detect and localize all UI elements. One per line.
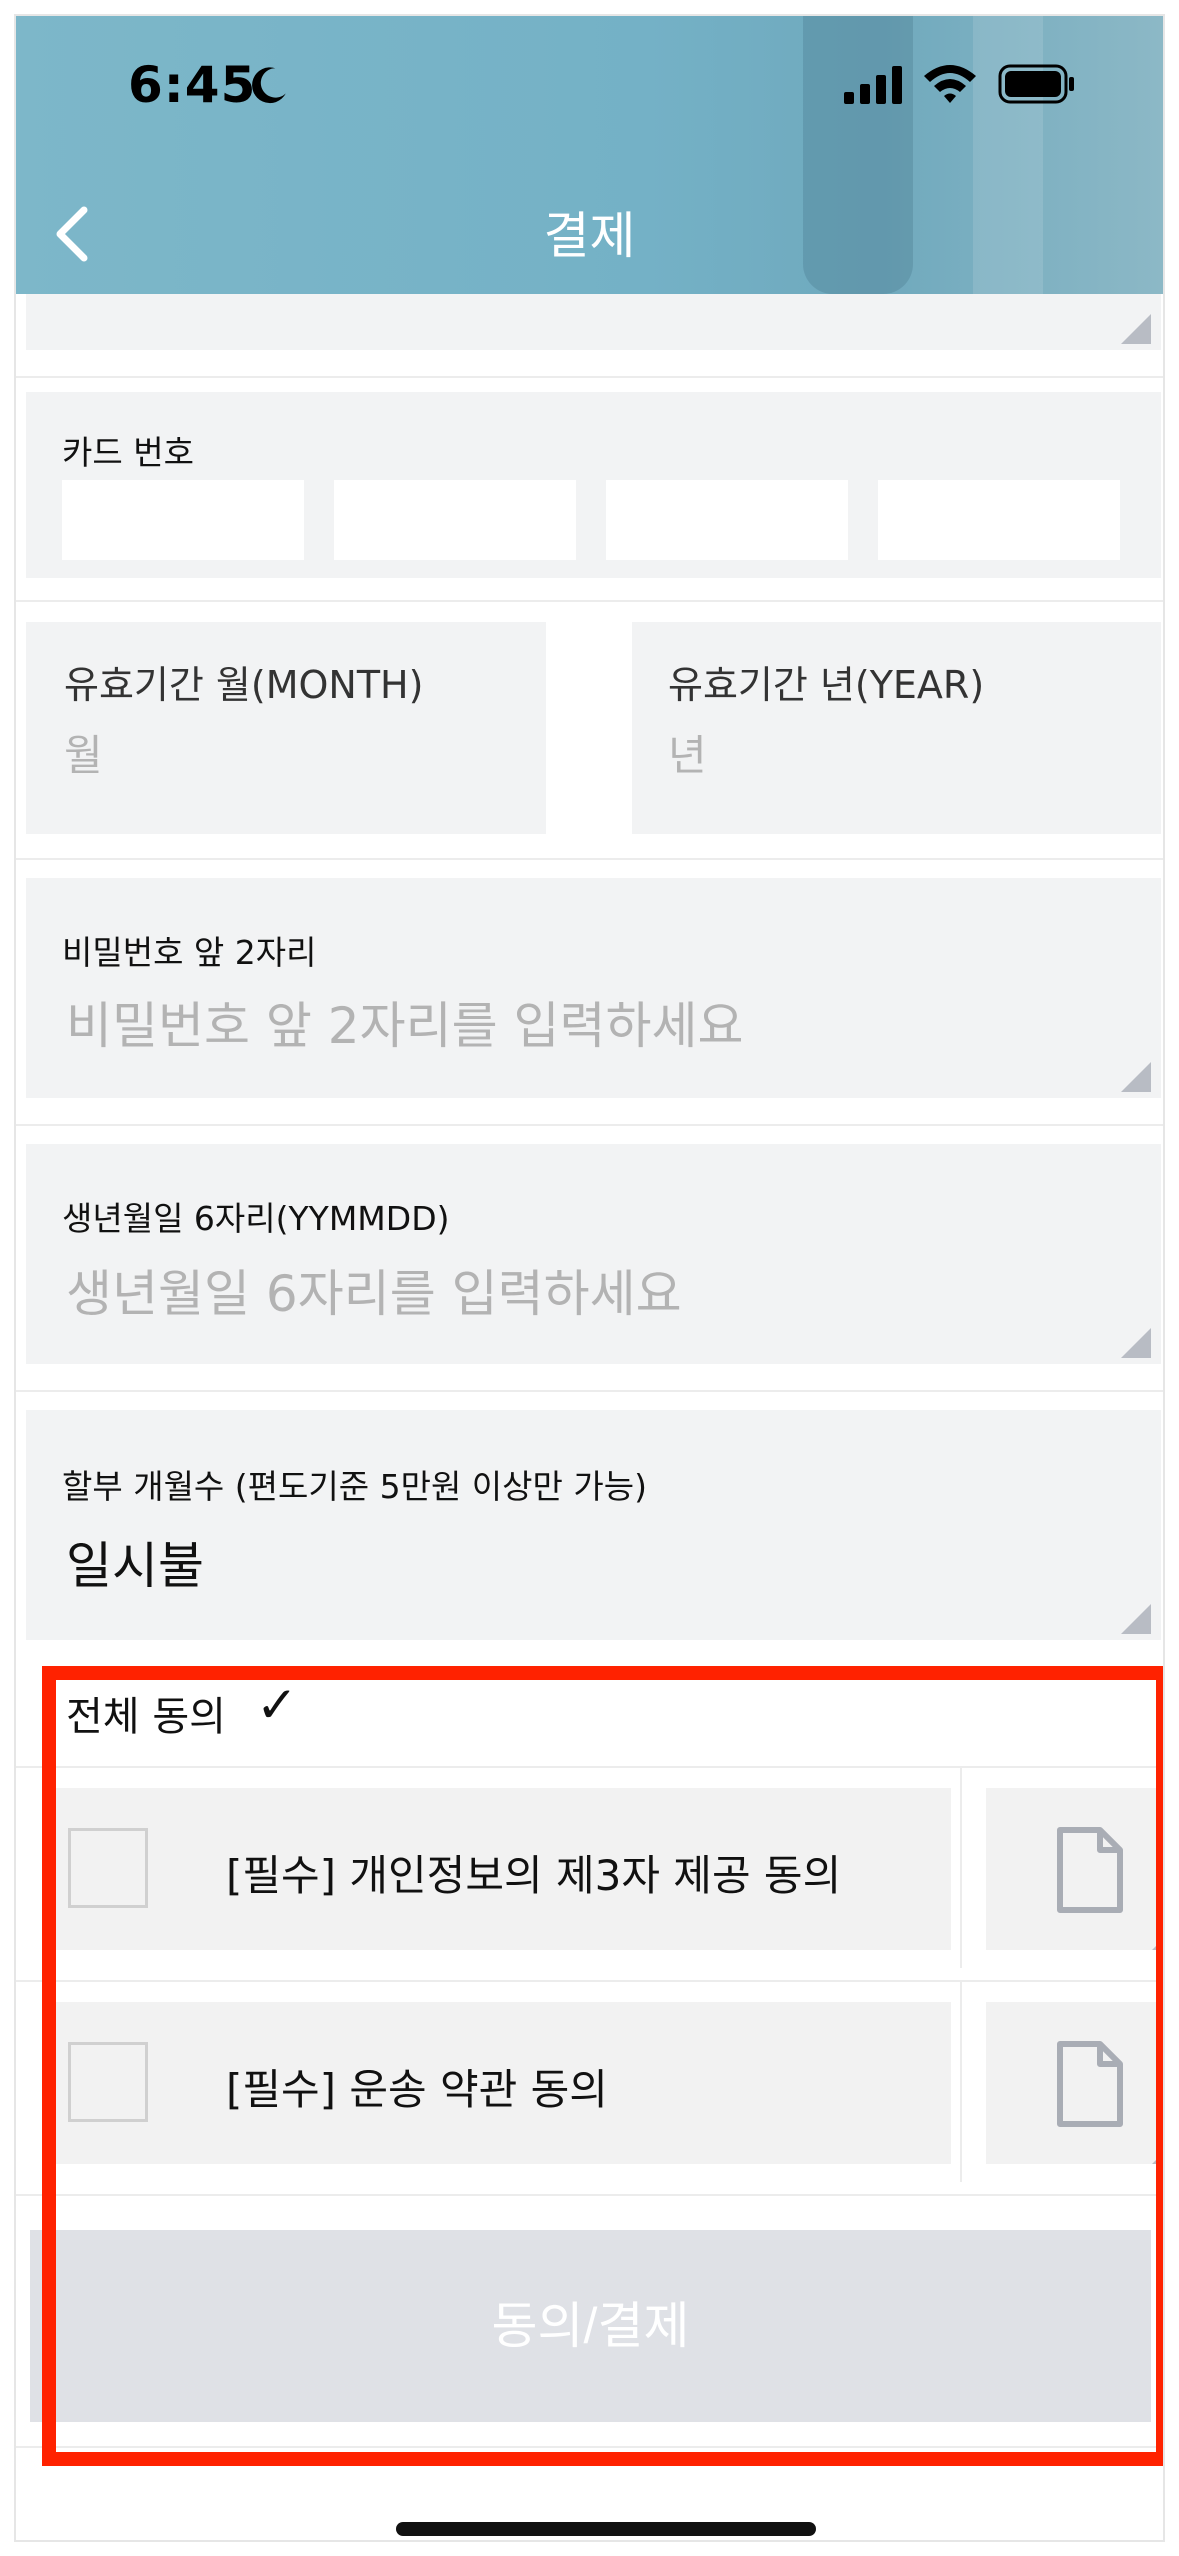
- header-bar: 6:45 결제: [16, 16, 1163, 294]
- password-placeholder: 비밀번호 앞 2자리를 입력하세요: [66, 997, 744, 1055]
- card-number-label: 카드 번호: [62, 433, 194, 472]
- expiry-year-placeholder: 년: [668, 731, 707, 780]
- card-number-field-1[interactable]: [62, 480, 304, 560]
- wifi-icon: [924, 65, 976, 103]
- resize-corner-icon: [1121, 1604, 1151, 1634]
- page-title: 결제: [543, 207, 636, 265]
- card-company-select[interactable]: [26, 286, 1161, 350]
- signal-icon: [844, 66, 902, 104]
- moon-icon: [252, 67, 286, 104]
- resize-corner-icon: [1121, 1328, 1151, 1358]
- expiry-month-label: 유효기간 월(MONTH): [64, 663, 424, 707]
- status-time: 6:45: [128, 56, 257, 114]
- battery-icon: [998, 64, 1074, 104]
- installment-label: 할부 개월수 (편도기준 5만원 이상만 가능): [62, 1467, 647, 1506]
- card-number-field-2[interactable]: [334, 480, 576, 560]
- birthdate-label: 생년월일 6자리(YYMMDD): [62, 1199, 450, 1238]
- installment-select[interactable]: [26, 1410, 1161, 1640]
- payment-screen: 6:45 결제 카드 번호 유효기간 월(MONTH) 월 유효기간 년(YEA…: [14, 14, 1165, 2542]
- card-number-field-3[interactable]: [606, 480, 848, 560]
- installment-value: 일시불: [66, 1537, 204, 1595]
- resize-corner-icon: [1121, 1062, 1151, 1092]
- resize-corner-icon: [1121, 314, 1151, 344]
- expiry-year-label: 유효기간 년(YEAR): [668, 663, 985, 707]
- password-label: 비밀번호 앞 2자리: [62, 933, 317, 972]
- card-number-field-4[interactable]: [878, 480, 1120, 560]
- expiry-month-placeholder: 월: [64, 731, 103, 780]
- birthdate-placeholder: 생년월일 6자리를 입력하세요: [66, 1265, 682, 1323]
- home-indicator[interactable]: [396, 2522, 816, 2536]
- highlight-box: [42, 1666, 1163, 2466]
